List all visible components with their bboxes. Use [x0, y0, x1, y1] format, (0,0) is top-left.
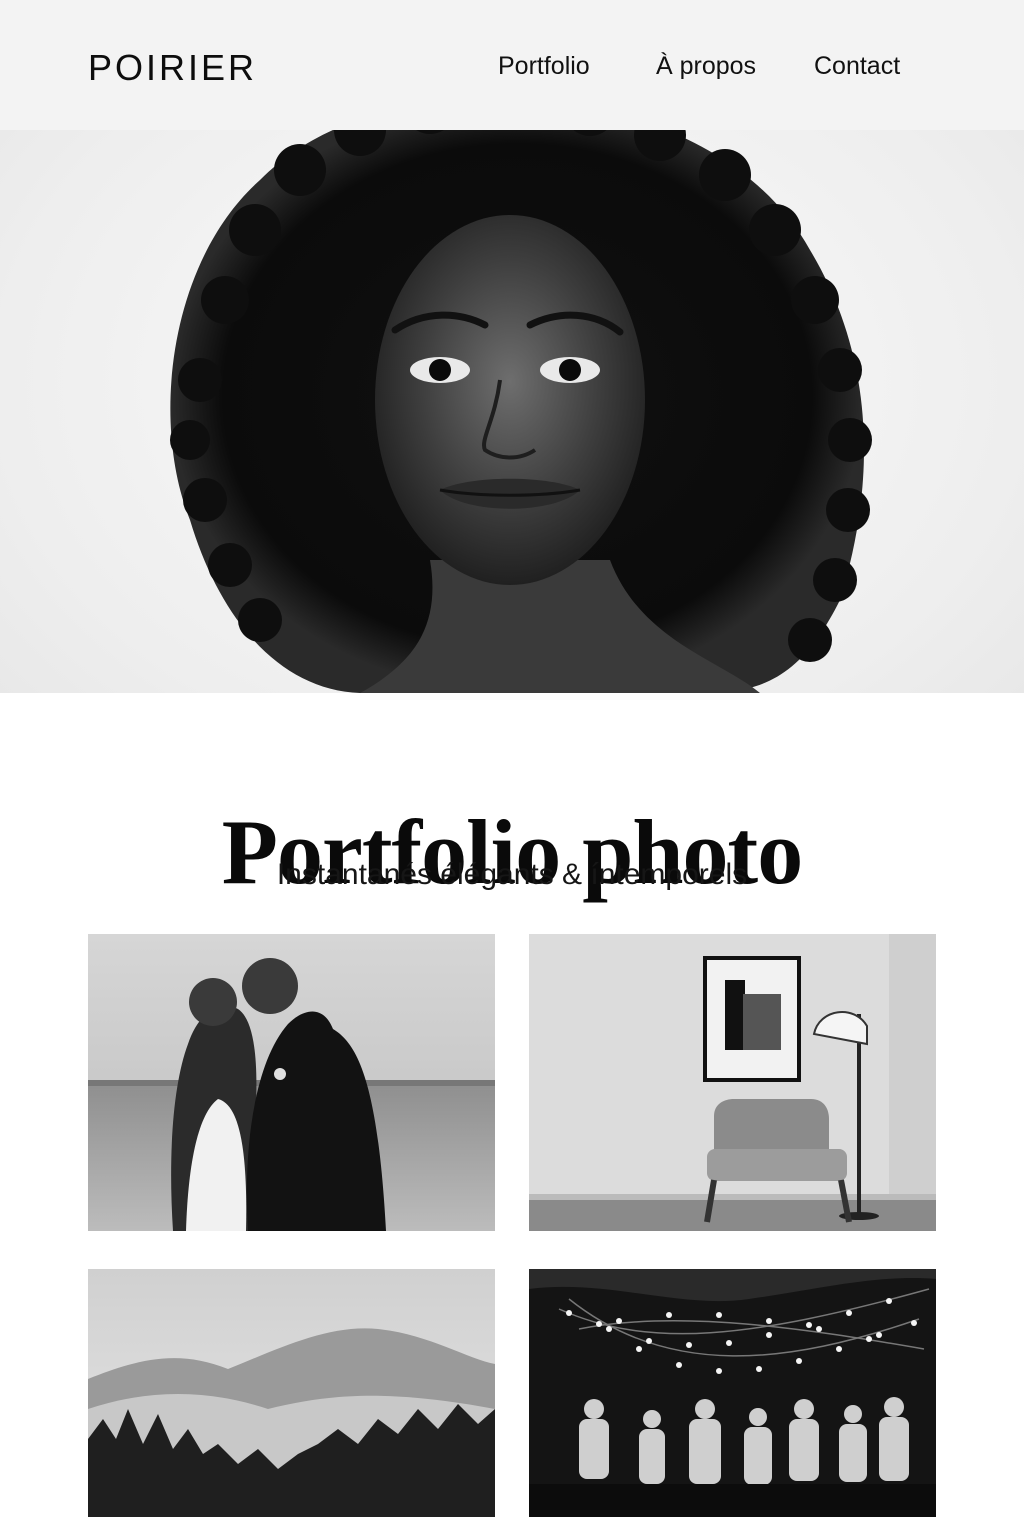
site-header: POIRIER Portfolio À propos Contact: [0, 0, 1024, 130]
nav-item-contact[interactable]: Contact: [814, 46, 900, 86]
party-photo: [529, 1269, 936, 1517]
nav-item-portfolio[interactable]: Portfolio: [498, 46, 590, 86]
main-nav: Portfolio À propos Contact: [0, 46, 1024, 86]
gallery-photo-party[interactable]: [529, 1269, 936, 1517]
gallery-photo-mountains[interactable]: [88, 1269, 495, 1517]
gallery-photo-interior[interactable]: [529, 934, 936, 1231]
couple-photo: [88, 934, 495, 1231]
mountains-photo: [88, 1269, 495, 1517]
nav-item-a-propos[interactable]: À propos: [656, 46, 756, 86]
interior-photo: [529, 934, 936, 1231]
page-subtitle: Instantanés élégants & íntemporels: [276, 858, 748, 891]
gallery-photo-couple[interactable]: [88, 934, 495, 1231]
